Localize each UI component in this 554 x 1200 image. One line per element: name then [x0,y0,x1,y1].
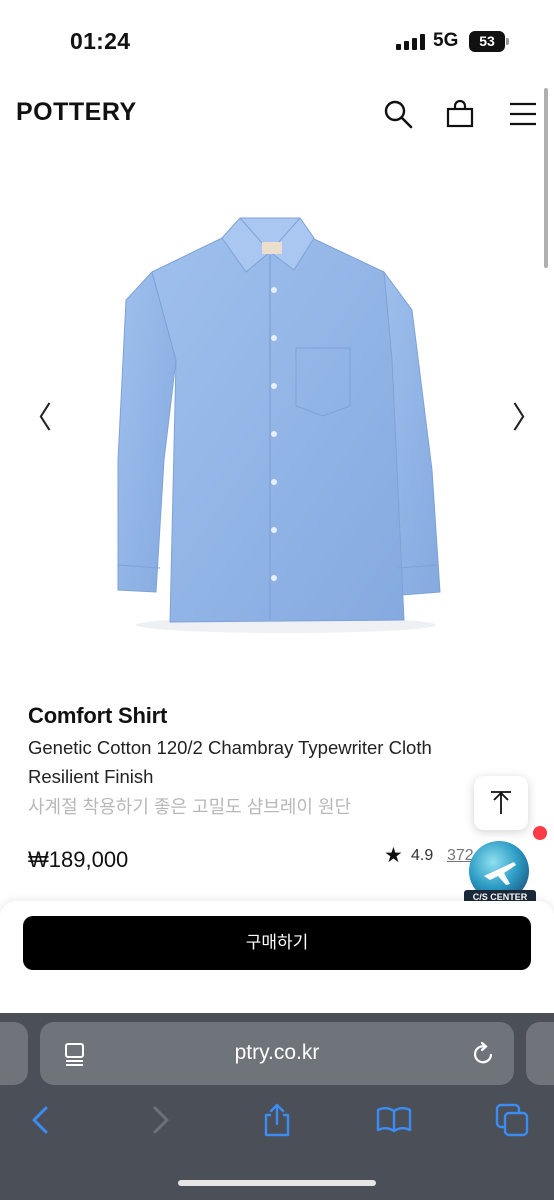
buy-button[interactable]: 구매하기 [23,916,531,970]
brand-logo[interactable]: POTTERY [16,98,137,127]
home-indicator[interactable] [178,1180,376,1186]
bookmarks-icon[interactable] [376,1102,412,1138]
status-bar: 01:24 5G 53 [0,0,554,80]
reload-icon[interactable] [470,1041,496,1067]
menu-icon[interactable] [507,98,539,130]
product-subtitle: 사계절 착용하기 좋은 고밀도 샴브레이 원단 [28,797,352,817]
arrow-up-icon [491,791,511,814]
carousel-next-button[interactable]: 〉 [512,404,542,434]
star-icon: ★ [384,844,403,867]
signal-icon [396,34,426,50]
network-label: 5G [433,30,459,51]
search-icon[interactable] [382,98,414,130]
battery-icon: 53 [469,31,505,52]
carousel-prev-button[interactable]: 〈 [22,404,52,434]
forward-icon[interactable] [142,1102,178,1138]
scroll-to-top-button[interactable] [474,776,528,830]
url-text[interactable]: ptry.co.kr [40,1041,514,1065]
tabs-icon[interactable] [494,1102,530,1138]
rating-value: 4.9 [411,847,434,864]
product-price: ₩189,000 [28,847,129,872]
back-icon[interactable] [23,1102,59,1138]
battery-tip [506,38,509,45]
product-name: Comfort Shirt [28,703,168,728]
product-description: Genetic Cotton 120/2 Chambray Typewriter… [28,737,432,787]
share-icon[interactable] [259,1102,295,1138]
previous-tab-preview[interactable] [0,1022,28,1085]
status-time: 01:24 [70,28,131,54]
next-tab-preview[interactable] [526,1022,554,1085]
product-image [117,217,441,633]
shopping-bag-icon[interactable] [444,98,476,130]
notification-dot [533,826,547,840]
